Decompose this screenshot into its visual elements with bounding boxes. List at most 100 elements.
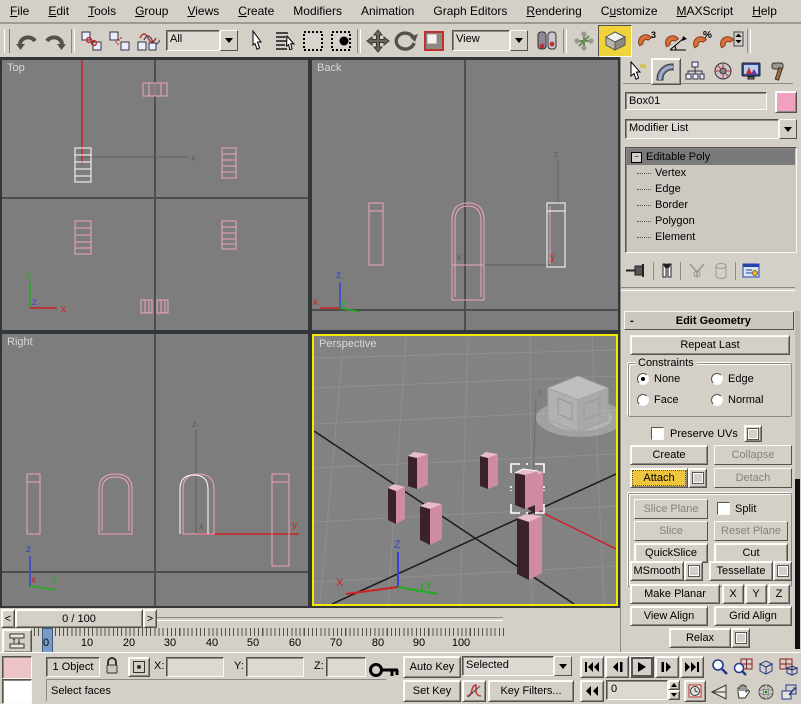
viewport-top-canvas[interactable]: x <box>2 60 308 330</box>
pin-stack-button[interactable] <box>625 262 647 280</box>
x-coord-field[interactable] <box>166 657 224 677</box>
next-frame-button[interactable] <box>655 656 679 678</box>
make-planar-z-button[interactable]: Z <box>768 584 790 604</box>
toolbar-grip[interactable] <box>4 29 10 53</box>
track-bar-ruler[interactable]: 0 10 20 30 40 50 60 70 80 90 100 <box>34 628 504 653</box>
wireframe-object[interactable] <box>222 221 236 249</box>
msmooth-button[interactable]: MSmooth <box>630 561 684 581</box>
menu-help[interactable]: Help <box>752 4 777 18</box>
modifier-list-combo[interactable]: Modifier List <box>625 119 797 139</box>
selection-filter-combo[interactable]: All <box>166 30 238 51</box>
viewport-right-canvas[interactable]: z x y <box>2 334 308 606</box>
rectangular-selection-region-button[interactable] <box>299 27 326 54</box>
attach-button[interactable]: Attach <box>630 468 688 488</box>
combo-arrow-icon[interactable] <box>779 119 797 139</box>
pan-view-button[interactable] <box>731 680 754 704</box>
time-slider-thumb[interactable]: 0 / 100 <box>15 609 143 628</box>
quickslice-button[interactable]: QuickSlice <box>634 543 708 563</box>
zoom-button[interactable] <box>708 655 731 679</box>
select-and-link-button[interactable] <box>78 27 105 54</box>
absolute-offset-mode-toggle[interactable] <box>128 657 150 677</box>
viewport-top-label[interactable]: Top <box>7 62 25 74</box>
make-planar-y-button[interactable]: Y <box>745 584 767 604</box>
spinner-snap-toggle-button[interactable] <box>717 27 744 54</box>
make-unique-button[interactable] <box>687 262 707 280</box>
zoom-extents-button[interactable] <box>754 655 777 679</box>
make-planar-button[interactable]: Make Planar <box>630 584 720 604</box>
attach-options-button[interactable] <box>688 468 707 488</box>
maxscript-listener-pane[interactable] <box>2 679 32 704</box>
collapse-minus-icon[interactable]: − <box>631 152 642 163</box>
combo-arrow-icon[interactable] <box>220 30 238 51</box>
play-animation-button[interactable] <box>630 656 654 678</box>
redo-button[interactable] <box>41 27 68 54</box>
repeat-last-button[interactable]: Repeat Last <box>630 335 790 355</box>
tessellate-settings-button[interactable] <box>773 561 792 581</box>
shaded-box-object[interactable] <box>420 502 442 545</box>
wireframe-object[interactable] <box>75 221 91 254</box>
remove-modifier-button[interactable] <box>713 262 729 280</box>
constraint-none-radio[interactable]: None <box>637 373 680 385</box>
percent-snap-toggle-button[interactable]: % <box>689 27 716 54</box>
constraint-face-radio[interactable]: Face <box>637 394 678 406</box>
use-pivot-point-center-button[interactable] <box>533 27 560 54</box>
current-frame-field[interactable]: 0 <box>606 680 668 700</box>
select-and-move-button[interactable] <box>364 27 391 54</box>
menu-customize[interactable]: Customize <box>601 4 658 18</box>
mini-curve-editor-button[interactable] <box>2 629 32 653</box>
panel-scrollbar-thumb[interactable] <box>795 479 800 649</box>
selection-lock-toggle[interactable] <box>104 657 120 675</box>
time-slider-prev-button[interactable]: < <box>1 609 15 628</box>
cut-button[interactable]: Cut <box>714 543 788 563</box>
shaded-box-object[interactable] <box>480 452 498 489</box>
shaded-box-object[interactable] <box>517 514 542 580</box>
previous-frame-button[interactable] <box>605 656 629 678</box>
select-and-rotate-button[interactable] <box>392 27 419 54</box>
tab-display[interactable] <box>737 58 765 84</box>
key-filters-button[interactable]: Key Filters... <box>488 680 574 702</box>
key-mode-toggle-button[interactable] <box>580 680 604 702</box>
stack-item-element[interactable]: Element <box>627 229 795 245</box>
stack-item-edge[interactable]: Edge <box>627 181 795 197</box>
constraint-normal-radio[interactable]: Normal <box>711 394 763 406</box>
viewport-perspective-label[interactable]: Perspective <box>319 338 376 350</box>
menu-group[interactable]: Group <box>135 4 168 18</box>
grid-align-button[interactable]: Grid Align <box>714 606 792 626</box>
shaded-box-object[interactable] <box>388 484 405 524</box>
angle-snap-toggle-button[interactable] <box>661 27 688 54</box>
stack-item-editable-poly[interactable]: − Editable Poly <box>627 149 795 165</box>
maxscript-macro-recorder-pane[interactable] <box>2 656 32 679</box>
menu-views[interactable]: Views <box>187 4 219 18</box>
relax-button[interactable]: Relax <box>669 628 731 648</box>
selected-object-right[interactable] <box>180 474 214 534</box>
gizmo-axis-line[interactable] <box>533 508 616 549</box>
key-mode-combo[interactable]: Selected <box>462 656 572 676</box>
arc-rotate-button[interactable] <box>754 680 777 704</box>
stack-item-border[interactable]: Border <box>627 197 795 213</box>
make-planar-x-button[interactable]: X <box>722 584 744 604</box>
combo-arrow-icon[interactable] <box>554 656 572 676</box>
viewport-back-label[interactable]: Back <box>317 62 341 74</box>
time-slider-track[interactable] <box>157 617 503 621</box>
menu-modifiers[interactable]: Modifiers <box>293 4 342 18</box>
snap-toggle-flyout-button[interactable]: 3 <box>633 27 660 54</box>
default-in-out-tangents-button[interactable] <box>462 680 486 702</box>
split-checkbox[interactable]: Split <box>717 502 756 515</box>
create-button[interactable]: Create <box>630 445 708 465</box>
viewport-back-canvas[interactable]: z x y <box>312 60 618 330</box>
wireframe-object[interactable] <box>222 148 236 178</box>
wireframe-object[interactable] <box>99 474 132 534</box>
go-to-start-button[interactable] <box>580 656 604 678</box>
bind-to-space-warp-button[interactable] <box>134 27 161 54</box>
select-and-manipulate-button[interactable] <box>570 27 597 54</box>
select-by-name-button[interactable] <box>271 27 298 54</box>
shaded-box-object[interactable] <box>408 452 428 489</box>
panel-scrollbar[interactable] <box>795 311 800 649</box>
menu-animation[interactable]: Animation <box>361 4 414 18</box>
reference-coordinate-combo[interactable]: View <box>452 30 528 51</box>
snap-toggle-3d-button[interactable] <box>598 25 632 57</box>
go-to-end-button[interactable] <box>680 656 704 678</box>
menu-file[interactable]: File <box>10 4 29 18</box>
viewport-perspective[interactable]: Perspective <box>312 334 618 606</box>
combo-arrow-icon[interactable] <box>510 30 528 51</box>
